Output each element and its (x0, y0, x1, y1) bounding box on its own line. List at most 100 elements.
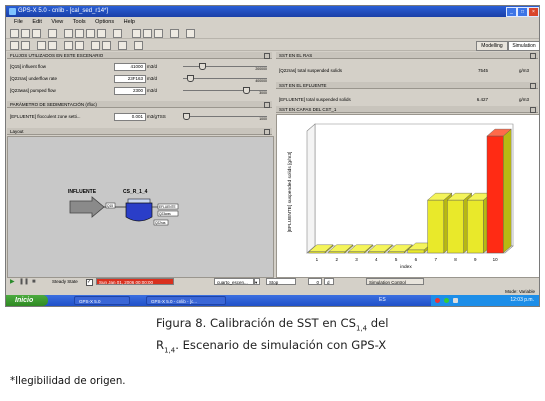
menu-help[interactable]: Help (124, 19, 135, 25)
copy-icon[interactable] (75, 29, 84, 38)
toolbar-main (6, 27, 539, 39)
close-button[interactable]: × (528, 7, 539, 17)
scenario-dropdown-icon[interactable]: ▾ (254, 278, 260, 285)
counter-field[interactable]: 0 (308, 278, 322, 285)
maximize-button[interactable]: □ (517, 7, 528, 17)
sed-param-unit: m3/gTSS (147, 114, 166, 119)
tray-alert-icon[interactable] (435, 298, 440, 303)
influent-row-slider[interactable]: 200000 (183, 63, 267, 71)
footnote: *Ilegibilidad de origen. (10, 376, 126, 387)
paste-icon[interactable] (86, 29, 95, 38)
task-gpsx-2[interactable]: GPS-X 5.0 - cnlib - [c... (146, 296, 226, 305)
caption-line-2: R1,4. Escenario de simulación con GPS-X (156, 337, 388, 359)
arrow-icon[interactable] (102, 41, 111, 50)
menu-file[interactable]: File (14, 19, 23, 25)
slider-max-label: 400000 (255, 79, 267, 83)
sed-param-row: [EFLUENTE] flocculent zone setti... 0.00… (10, 112, 272, 121)
stop-icon[interactable]: ■ (32, 277, 36, 287)
influent-row-value-field[interactable]: 23F163 (114, 75, 146, 83)
menu-view[interactable]: View (51, 19, 63, 25)
tab-simulation[interactable]: Simulation (508, 41, 539, 51)
app-icon (9, 8, 16, 15)
sst-ras-panel-title: SST EN EL RAS (279, 53, 313, 58)
expand-icon[interactable] (530, 83, 536, 89)
os-taskbar: Inicio GPS-X 5.0 GPS-X 5.0 - cnlib - [c.… (6, 295, 539, 306)
color-icon[interactable] (186, 29, 195, 38)
table-icon[interactable] (64, 41, 73, 50)
influent-arrow-icon[interactable] (69, 196, 105, 218)
save-icon[interactable] (32, 29, 41, 38)
pan-icon[interactable] (143, 29, 152, 38)
start-button[interactable]: Inicio (6, 295, 48, 306)
simulation-control-button[interactable]: Simulation Control (366, 278, 424, 285)
slider-thumb[interactable] (183, 113, 190, 120)
bar (348, 251, 365, 254)
draw-icon[interactable] (118, 41, 127, 50)
tab-modelling[interactable]: Modelling (476, 41, 508, 51)
print-icon[interactable] (48, 29, 57, 38)
cut-icon[interactable] (64, 29, 73, 38)
chart-icon[interactable] (91, 41, 100, 50)
curve-icon[interactable] (134, 41, 143, 50)
output-label-effluent: EFLUENTE (159, 205, 176, 209)
expand-icon[interactable] (530, 107, 536, 113)
layout-canvas[interactable]: INFLUENTE Q15 CS_R_1_4 EFLUENTE Q23was Q… (7, 136, 274, 278)
open-file-icon[interactable] (21, 29, 30, 38)
undo-icon[interactable] (113, 29, 122, 38)
delete-icon[interactable] (97, 29, 106, 38)
slider-thumb[interactable] (199, 63, 206, 70)
new-file-icon[interactable] (10, 29, 19, 38)
bar (328, 251, 346, 254)
mode-label: Mode: Variable (505, 289, 535, 294)
sst-effluent-unit: g/m3 (519, 97, 530, 102)
zoom-icon[interactable] (132, 29, 141, 38)
minimize-button[interactable]: _ (506, 7, 517, 17)
process-diagram: INFLUENTE Q15 CS_R_1_4 EFLUENTE Q23was Q… (68, 189, 179, 226)
tray-volume-icon[interactable] (453, 298, 458, 303)
connect-icon[interactable] (21, 41, 30, 50)
play-icon[interactable]: ▶ (10, 277, 15, 287)
menu-edit[interactable]: Edit (32, 19, 41, 25)
influent-row-value-field[interactable]: 41000 (114, 63, 146, 71)
bar (427, 199, 445, 254)
line-style-icon[interactable] (48, 41, 57, 50)
influent-row-slider[interactable]: 3000 (183, 87, 267, 95)
slider-thumb[interactable] (242, 87, 250, 94)
bar (466, 199, 484, 254)
layout-icon[interactable] (10, 41, 19, 50)
sed-param-panel-header: PARÁMETRO DE SEDIMENTACIÓN (rfloc) (7, 101, 272, 108)
step-select[interactable]: Stop (266, 278, 296, 285)
align-icon[interactable] (37, 41, 46, 50)
sst-effluent-panel-header: SST EN EL EFLUENTE (276, 82, 538, 89)
menu-tools[interactable]: Tools (73, 19, 86, 25)
sst-layers-chart: 1 2 3 4 5 6 7 8 9 10 index [EFLUENTE] suspended sol… (287, 123, 514, 270)
sst-effluent-row: [EFLUENTE] total suspended solids 6.427 … (279, 95, 537, 104)
task-gpsx-1[interactable]: GPS-X 5.0 (74, 296, 130, 305)
steady-state-checkbox[interactable]: ✓ (86, 279, 93, 286)
influent-row-value-field[interactable]: 2300 (114, 87, 146, 95)
scenario-select[interactable]: cuarto_escen... (214, 278, 254, 285)
menu-options[interactable]: Options (95, 19, 114, 25)
text-icon[interactable] (170, 29, 179, 38)
expand-icon[interactable] (530, 53, 536, 59)
steady-state-label: Steady State (52, 279, 78, 284)
expand-icon[interactable] (264, 129, 270, 135)
expand-icon[interactable] (264, 102, 270, 108)
chart-panel-header: SST EN CAPAS DEL CST_1 (276, 106, 538, 113)
slider-thumb[interactable] (186, 75, 194, 82)
fill-icon[interactable] (75, 41, 84, 50)
expand-icon[interactable] (264, 53, 270, 59)
counter-unit[interactable]: d (324, 278, 334, 285)
x-axis-label: index (400, 264, 412, 270)
language-indicator[interactable]: ES (379, 295, 386, 306)
sed-param-slider[interactable]: 1000 (183, 113, 267, 121)
caption-text: R (156, 338, 165, 353)
menu-bar: File Edit View Tools Options Help (6, 17, 539, 27)
clarifier-tank-icon[interactable] (125, 202, 153, 222)
grid-icon[interactable] (154, 29, 163, 38)
influent-row-slider[interactable]: 400000 (183, 75, 267, 83)
tray-network-icon[interactable] (444, 298, 449, 303)
sed-param-value-field[interactable]: 0.001 (114, 113, 146, 121)
x-tick-label: 3 (355, 257, 358, 262)
pause-icon[interactable]: ❚❚ (19, 277, 29, 287)
